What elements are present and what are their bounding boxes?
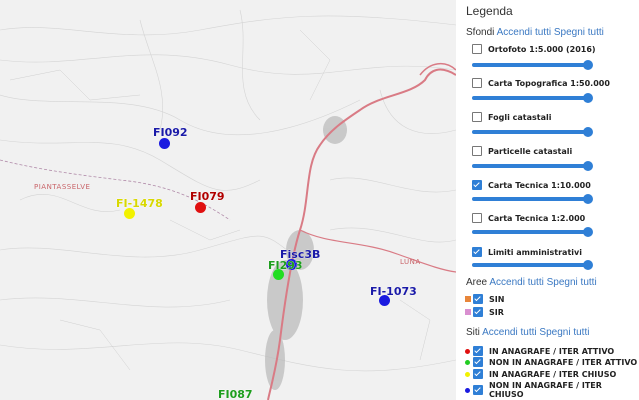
sfondi-spegni-tutti-link[interactable]: Spegni tutti (554, 27, 604, 38)
slider-thumb[interactable] (583, 127, 593, 137)
layer-particelle-catastali: Particelle catastali (472, 146, 572, 156)
opacity-slider[interactable] (472, 260, 593, 270)
layer-checkbox[interactable] (472, 213, 482, 223)
marker-label: FI087 (218, 388, 253, 400)
opacity-slider[interactable] (472, 93, 593, 103)
layer-carta-tecnica-2000: Carta Tecnica 1:2.000 (472, 213, 585, 223)
layer-limiti-amministrativi: Limiti amministrativi (472, 247, 582, 257)
opacity-slider[interactable] (472, 60, 593, 70)
layer-label: Carta Tecnica 1:2.000 (488, 213, 586, 223)
slider-thumb[interactable] (583, 161, 593, 171)
marker-label: FI-1073 (370, 285, 417, 298)
marker-label: FI-1478 (116, 197, 163, 210)
site-marker[interactable] (124, 208, 135, 219)
sito-dot-icon (465, 387, 470, 393)
layer-checkbox[interactable] (472, 112, 482, 122)
layer-ortofoto: Ortofoto 1:5.000 (2016) (472, 44, 596, 54)
marker-label: FI079 (190, 190, 225, 203)
aree-header: Aree Accendi tutti Spegni tutti (466, 277, 597, 288)
sito-dot-icon (465, 348, 470, 354)
layer-fogli-catastali: Fogli catastali (472, 112, 551, 122)
area-checkbox[interactable] (473, 307, 483, 317)
map-basemap (0, 9, 456, 400)
opacity-slider[interactable] (472, 127, 593, 137)
layer-label: Particelle catastali (488, 146, 573, 156)
siti-title: Siti (466, 327, 480, 338)
slider-thumb[interactable] (583, 93, 593, 103)
area-checkbox[interactable] (473, 294, 483, 304)
opacity-slider[interactable] (472, 227, 593, 237)
sito-label: NON IN ANAGRAFE / ITER CHIUSO (489, 381, 602, 399)
map-viewport[interactable]: PIANTASSELVE LUNA FI092 FI-1478 FI079 Fi… (0, 0, 456, 400)
aree-spegni-tutti-link[interactable]: Spegni tutti (547, 277, 597, 288)
aree-title: Aree (466, 277, 488, 288)
area-label: SIN (489, 294, 505, 304)
place-name: PIANTASSELVE (34, 183, 91, 191)
siti-header: Siti Accendi tutti Spegni tutti (466, 327, 589, 338)
layer-checkbox[interactable] (472, 44, 482, 54)
sito-label: IN ANAGRAFE / ITER ATTIVO (489, 346, 615, 356)
site-marker[interactable] (195, 202, 206, 213)
area-swatch (465, 296, 471, 302)
sito-dot-icon (465, 359, 470, 365)
area-sin: SIN (465, 294, 504, 304)
site-marker[interactable] (379, 295, 390, 306)
marker-label: FI092 (153, 126, 188, 139)
opacity-slider[interactable] (472, 161, 593, 171)
sito-dot-icon (465, 371, 470, 377)
siti-accendi-tutti-link[interactable]: Accendi tutti (482, 327, 536, 338)
legend-panel: Legenda Sfondi Accendi tutti Spegni tutt… (456, 0, 639, 400)
slider-thumb[interactable] (583, 60, 593, 70)
layer-label: Carta Tecnica 1:10.000 (488, 180, 591, 190)
sito-label: IN ANAGRAFE / ITER CHIUSO (489, 369, 617, 379)
sito-checkbox[interactable] (473, 357, 483, 367)
layer-label: Fogli catastali (488, 112, 552, 122)
layer-label: Carta Topografica 1:50.000 (488, 78, 610, 88)
aree-accendi-tutti-link[interactable]: Accendi tutti (489, 277, 543, 288)
layer-checkbox[interactable] (472, 78, 482, 88)
site-marker[interactable] (273, 269, 284, 280)
sito-in-anagrafe-attivo: IN ANAGRAFE / ITER ATTIVO (465, 346, 614, 356)
marker-label: FI293 (268, 259, 303, 272)
layer-checkbox[interactable] (472, 146, 482, 156)
area-swatch (465, 309, 471, 315)
slider-thumb[interactable] (583, 227, 593, 237)
sfondi-header: Sfondi Accendi tutti Spegni tutti (466, 27, 604, 38)
opacity-slider[interactable] (472, 194, 593, 204)
layer-checkbox[interactable] (472, 180, 482, 190)
slider-thumb[interactable] (583, 194, 593, 204)
siti-spegni-tutti-link[interactable]: Spegni tutti (539, 327, 589, 338)
sito-label: NON IN ANAGRAFE / ITER ATTIVO (489, 357, 638, 367)
sfondi-accendi-tutti-link[interactable]: Accendi tutti (497, 27, 551, 38)
layer-label: Ortofoto 1:5.000 (2016) (488, 44, 596, 54)
sito-checkbox[interactable] (473, 369, 483, 379)
layer-carta-tecnica-10000: Carta Tecnica 1:10.000 (472, 180, 591, 190)
area-sir: SIR (465, 307, 504, 317)
layer-checkbox[interactable] (472, 247, 482, 257)
sito-in-anagrafe-chiuso: IN ANAGRAFE / ITER CHIUSO (465, 369, 616, 379)
sito-checkbox[interactable] (473, 346, 483, 356)
area-label: SIR (489, 307, 504, 317)
place-name: LUNA (400, 258, 421, 266)
layer-carta-topografica: Carta Topografica 1:50.000 (472, 78, 610, 88)
sfondi-title: Sfondi (466, 27, 495, 38)
layer-label: Limiti amministrativi (488, 247, 582, 257)
slider-thumb[interactable] (583, 260, 593, 270)
sito-non-in-anagrafe-attivo: NON IN ANAGRAFE / ITER ATTIVO (465, 357, 637, 367)
sito-non-in-anagrafe-chiuso: NON IN ANAGRAFE / ITER CHIUSO (465, 381, 639, 399)
sito-checkbox[interactable] (473, 385, 483, 395)
site-marker[interactable] (159, 138, 170, 149)
legend-title: Legenda (466, 4, 513, 18)
